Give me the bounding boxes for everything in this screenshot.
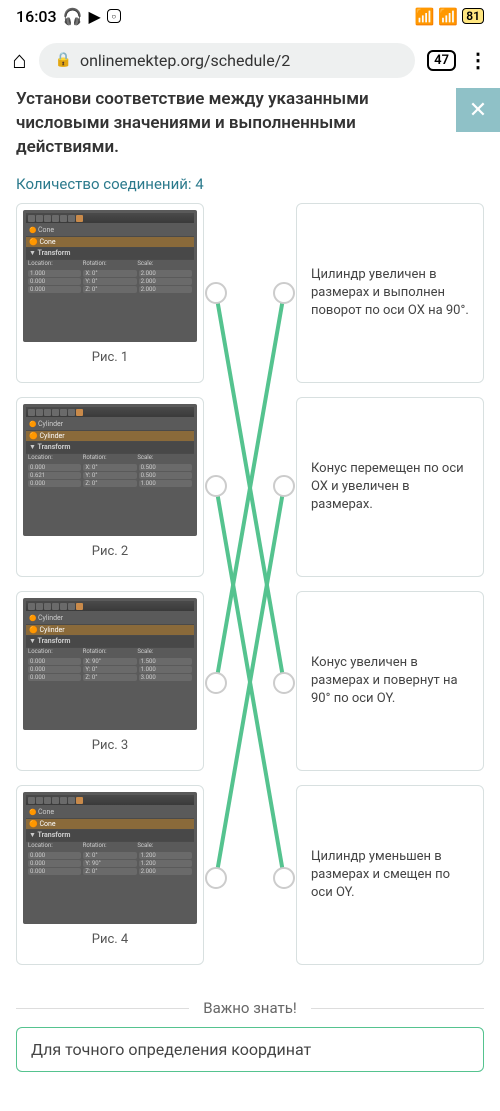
blender-screenshot: Cylinder 🟠 Cylinder ▼ Transform Location… <box>23 598 197 730</box>
description-text: Конус перемещен по оси OX и увеличен в р… <box>311 460 469 515</box>
connection-lines <box>204 203 296 983</box>
figure-caption: Рис. 4 <box>23 924 197 949</box>
blender-screenshot: Cone 🟠 Cone ▼ Transform Location:Rotatio… <box>23 210 197 342</box>
figure-card[interactable]: Cone 🟠 Cone ▼ Transform Location:Rotatio… <box>16 203 204 383</box>
left-column: Cone 🟠 Cone ▼ Transform Location:Rotatio… <box>16 203 204 979</box>
description-text: Цилиндр увеличен в размерах и выполнен п… <box>311 266 469 321</box>
description-card[interactable]: Конус перемещен по оси OX и увеличен в р… <box>296 397 484 577</box>
figure-caption: Рис. 2 <box>23 536 197 561</box>
close-button[interactable]: ✕ <box>456 88 500 132</box>
description-card[interactable]: Конус увеличен в размерах и повернут на … <box>296 591 484 771</box>
connection-count: Количество соединений: 4 <box>16 175 484 193</box>
description-text: Цилиндр уменьшен в размерах и смещен по … <box>311 848 469 903</box>
headphones-icon: 🎧 <box>63 7 83 26</box>
home-icon[interactable]: ⌂ <box>12 46 27 75</box>
figure-card[interactable]: Cone 🟠 Cone ▼ Transform Location:Rotatio… <box>16 785 204 965</box>
important-heading: Важно знать! <box>189 999 310 1017</box>
figure-card[interactable]: Cylinder 🟠 Cylinder ▼ Transform Location… <box>16 591 204 771</box>
url-bar[interactable]: 🔒 onlinemektep.org/schedule/2 <box>39 43 416 78</box>
task-title: Установи соответствие между указанными ч… <box>16 88 484 159</box>
time-text: 16:03 <box>16 7 57 26</box>
menu-icon[interactable]: ⋮ <box>468 48 488 72</box>
blender-screenshot: Cylinder 🟠 Cylinder ▼ Transform Location… <box>23 404 197 536</box>
wifi-icon: 📶 <box>438 7 458 26</box>
description-text: Конус увеличен в размерах и повернут на … <box>311 654 469 709</box>
info-box: Для точного определения координат <box>16 1027 484 1072</box>
browser-nav-bar: ⌂ 🔒 onlinemektep.org/schedule/2 47 ⋮ <box>0 32 500 88</box>
figure-card[interactable]: Cylinder 🟠 Cylinder ▼ Transform Location… <box>16 397 204 577</box>
url-text: onlinemektep.org/schedule/2 <box>80 51 290 70</box>
tab-count[interactable]: 47 <box>427 50 456 71</box>
status-bar: 16:03 🎧 ▶ ○ 📶 📶 81 <box>0 0 500 32</box>
play-icon: ▶ <box>89 7 101 26</box>
lock-icon: 🔒 <box>55 52 72 68</box>
figure-caption: Рис. 1 <box>23 342 197 367</box>
description-card[interactable]: Цилиндр увеличен в размерах и выполнен п… <box>296 203 484 383</box>
figure-caption: Рис. 3 <box>23 730 197 755</box>
divider: Важно знать! <box>16 999 484 1017</box>
signal-icon: 📶 <box>414 7 434 26</box>
blender-screenshot: Cone 🟠 Cone ▼ Transform Location:Rotatio… <box>23 792 197 924</box>
instagram-icon: ○ <box>107 9 121 23</box>
right-column: Цилиндр увеличен в размерах и выполнен п… <box>296 203 484 979</box>
description-card[interactable]: Цилиндр уменьшен в размерах и смещен по … <box>296 785 484 965</box>
matching-area: Cone 🟠 Cone ▼ Transform Location:Rotatio… <box>16 203 484 983</box>
battery-indicator: 81 <box>462 8 484 24</box>
